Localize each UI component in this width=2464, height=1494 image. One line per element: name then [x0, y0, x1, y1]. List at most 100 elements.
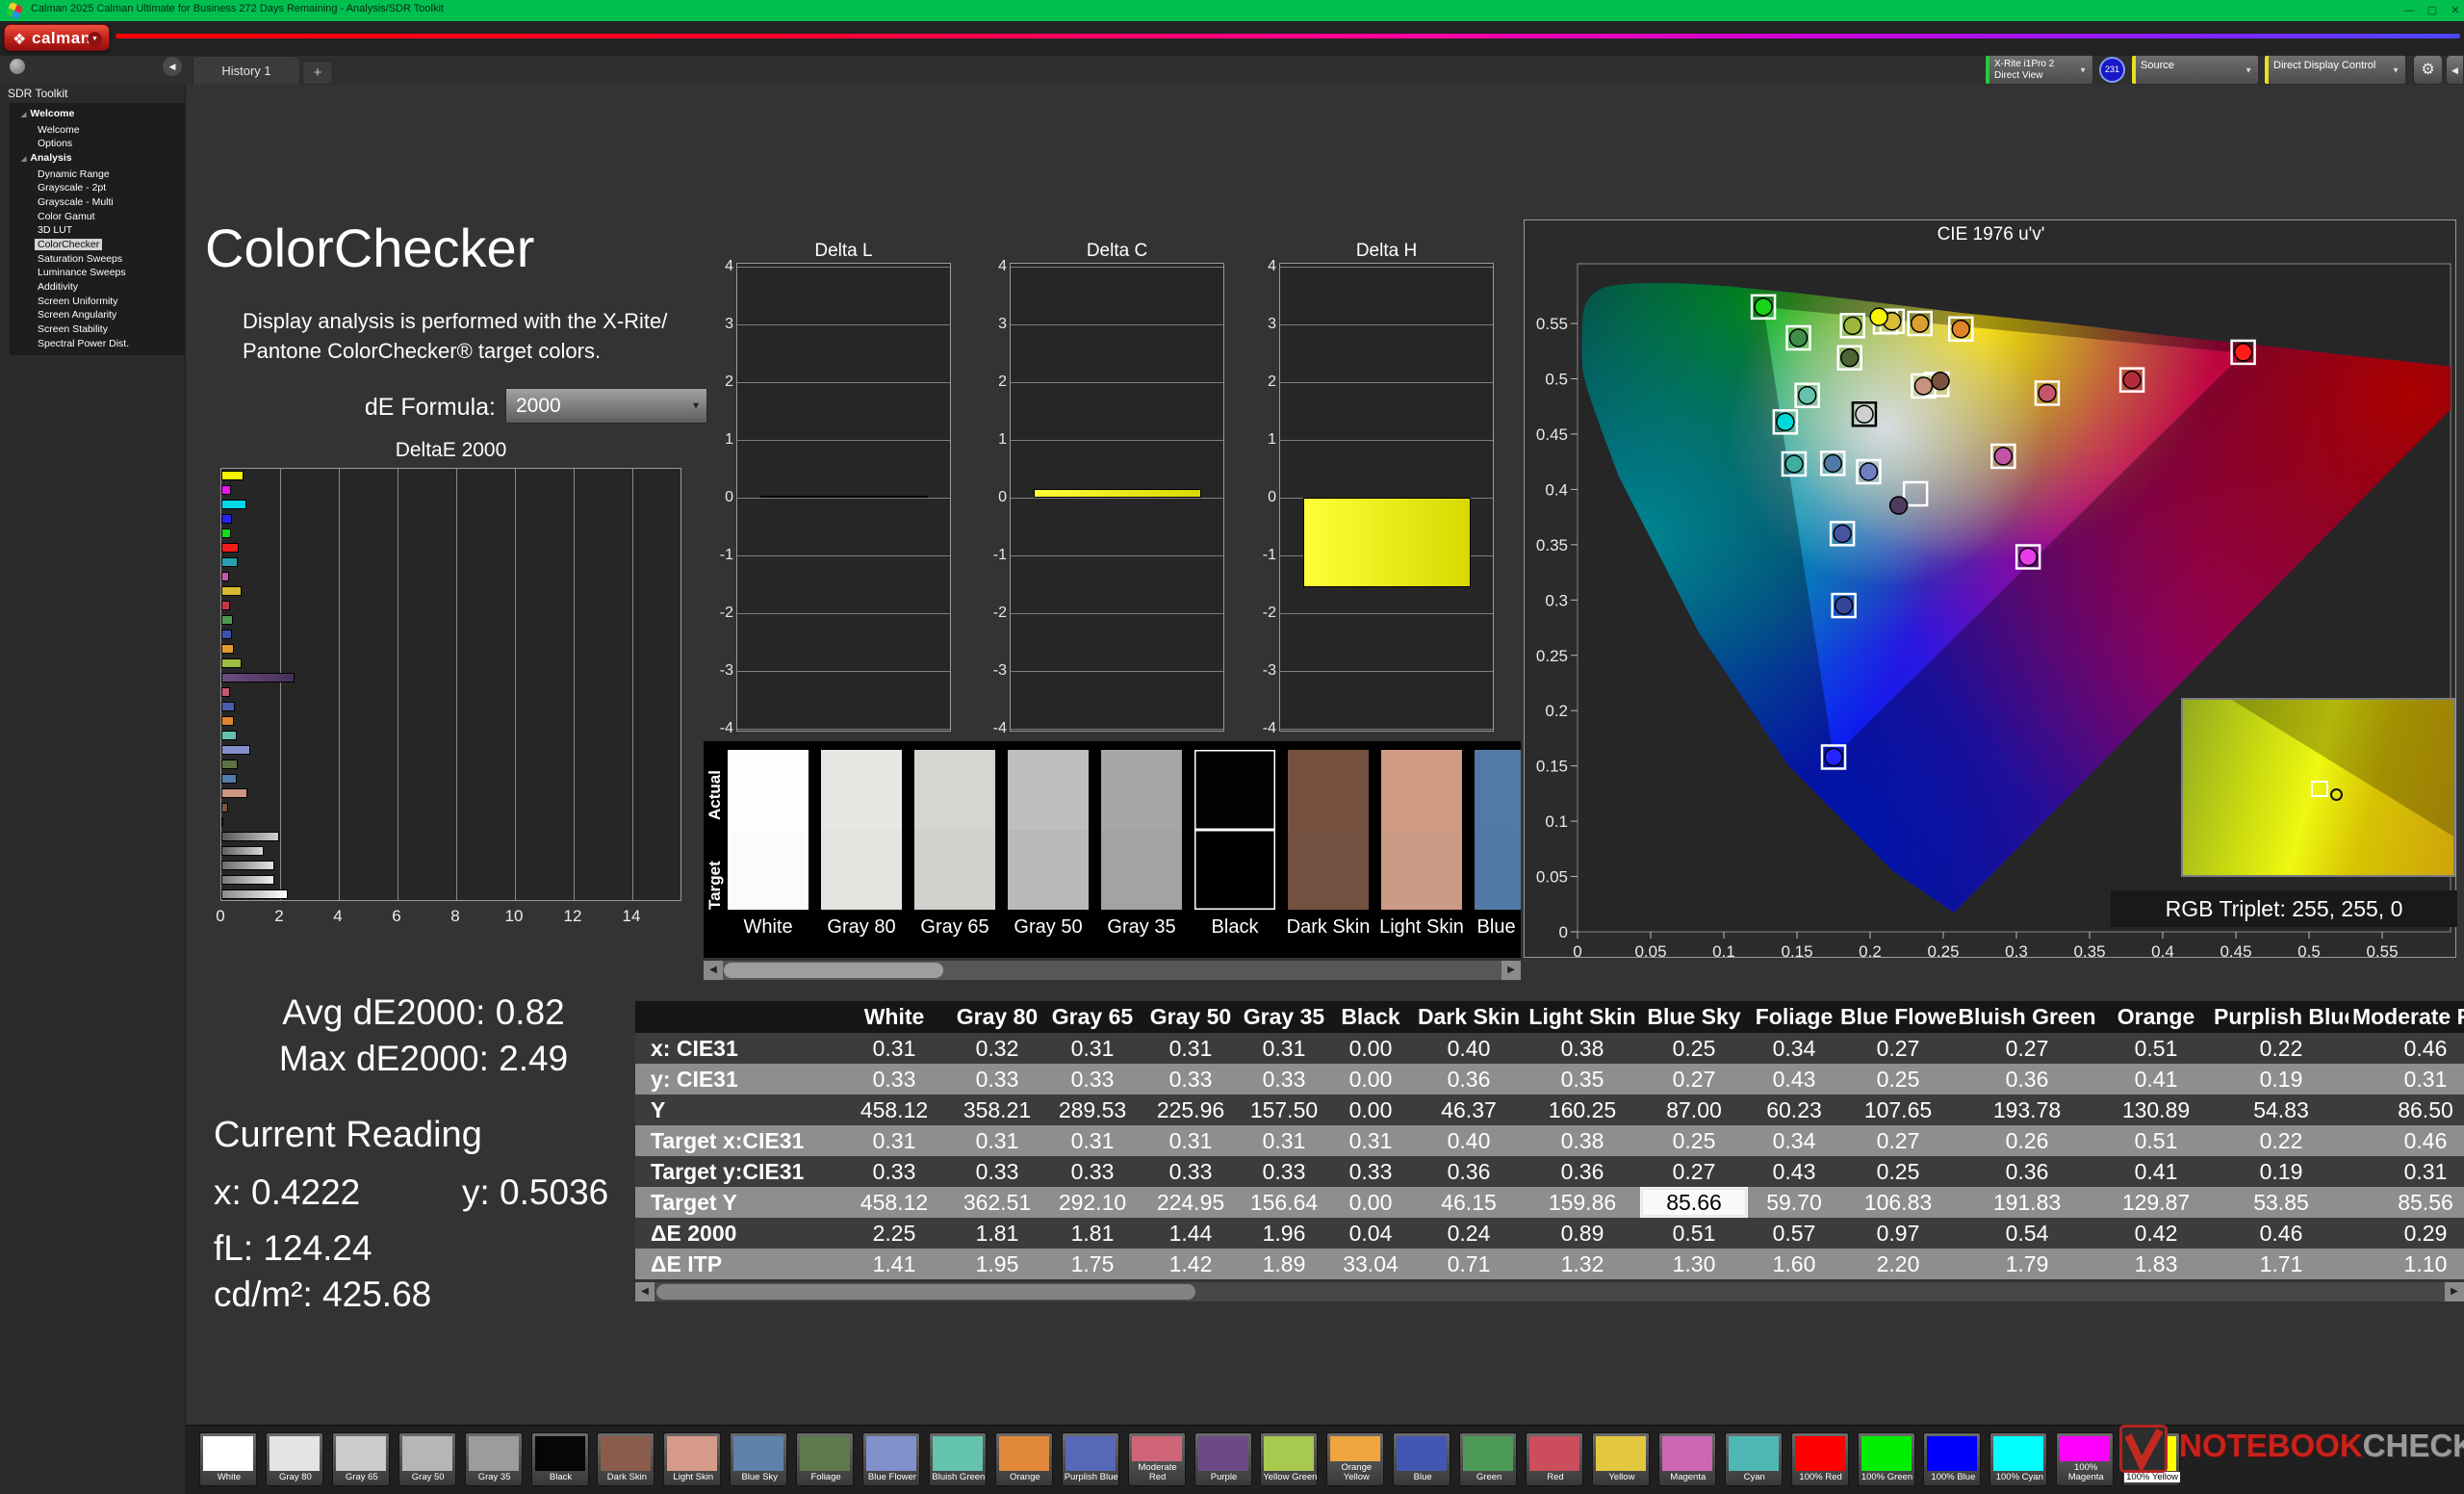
patch-button-white[interactable]: White — [199, 1432, 257, 1486]
gridline — [737, 729, 950, 730]
patch-button-gray-35[interactable]: Gray 35 — [464, 1432, 523, 1486]
sidebar-item-color-gamut[interactable]: Color Gamut — [10, 210, 185, 224]
scrollbar-thumb[interactable] — [724, 963, 943, 978]
patch-button-gray-65[interactable]: Gray 65 — [331, 1432, 390, 1486]
patch-button-light-skin[interactable]: Light Skin — [663, 1432, 722, 1486]
patch-column-gray-35[interactable]: Gray 35 — [1101, 741, 1182, 958]
sidebar-item-grayscale-multi[interactable]: Grayscale - Multi — [10, 195, 185, 210]
scroll-right-icon[interactable]: ▶ — [2445, 1282, 2464, 1301]
patch-color — [866, 1436, 916, 1471]
patch-button-bluish-green[interactable]: Bluish Green — [928, 1432, 987, 1486]
scroll-right-icon[interactable]: ▶ — [1502, 961, 1521, 980]
calman-menu-button[interactable]: ❖ calman ▼ — [4, 24, 110, 51]
measured-point-purple — [1888, 496, 1909, 515]
patch-button-label: 100% Red — [1799, 1472, 1842, 1482]
patch-button-orange-yellow[interactable]: Orange Yellow — [1326, 1432, 1385, 1486]
minimize-button[interactable]: — — [2399, 2, 2420, 19]
calman-menu-dropdown-icon[interactable]: ▼ — [88, 32, 102, 46]
delta-chart-delta-h: Delta H 4 3 2 1 0 -1 -2 -3 -4 — [1263, 241, 1494, 736]
patch-button-blue-flower[interactable]: Blue Flower — [862, 1432, 920, 1486]
collapse-right-panel-button[interactable]: ◀ — [2446, 55, 2464, 85]
scrollbar-thumb[interactable] — [656, 1284, 1195, 1300]
patch-button-yellow[interactable]: Yellow — [1591, 1432, 1650, 1486]
tree-group-analysis[interactable]: ◢ Analysis — [10, 151, 185, 167]
swatch-scrollbar[interactable]: ◀ ▶ — [704, 961, 1521, 980]
sidebar-item-screen-stability[interactable]: Screen Stability — [10, 322, 185, 337]
meter-dropdown[interactable]: X-Rite i1Pro 2 Direct View ▼ — [1985, 55, 2093, 85]
meter-count-badge[interactable]: 231 — [2099, 57, 2125, 83]
sidebar-item-colorchecker[interactable]: ColorChecker — [10, 238, 185, 252]
patch-column-gray-65[interactable]: Gray 65 — [914, 741, 995, 958]
patch-button-dark-skin[interactable]: Dark Skin — [597, 1432, 655, 1486]
sidebar-item-options[interactable]: Options — [10, 137, 185, 151]
sidebar-item-luminance-sweeps[interactable]: Luminance Sweeps — [10, 266, 185, 280]
sidebar-item-screen-uniformity[interactable]: Screen Uniformity — [10, 295, 185, 309]
patch-button-yellow-green[interactable]: Yellow Green — [1260, 1432, 1319, 1486]
de-formula-select[interactable]: 2000 ▼ — [505, 388, 707, 424]
sidebar-item-screen-angularity[interactable]: Screen Angularity — [10, 308, 185, 322]
patch-button-100-red[interactable]: 100% Red — [1790, 1432, 1849, 1486]
patch-column-light-skin[interactable]: Light Skin — [1379, 741, 1464, 958]
tree-group-welcome[interactable]: ◢ Welcome — [10, 107, 185, 123]
patch-button-gray-80[interactable]: Gray 80 — [265, 1432, 323, 1486]
patch-button-100-magenta[interactable]: 100% Magenta — [2056, 1432, 2115, 1486]
add-tab-button[interactable]: + — [302, 61, 333, 85]
patch-column-white[interactable]: White — [728, 741, 808, 958]
y-tick-label: 0 — [998, 489, 1007, 505]
patch-button-magenta[interactable]: Magenta — [1657, 1432, 1716, 1486]
y-tick-label: -4 — [1262, 720, 1276, 736]
panel-pin-button[interactable] — [10, 59, 25, 74]
patch-button-black[interactable]: Black — [530, 1432, 589, 1486]
sidebar-item-dynamic-range[interactable]: Dynamic Range — [10, 167, 185, 182]
panel-collapse-button[interactable]: ◀ — [163, 57, 182, 76]
patch-button-100-cyan[interactable]: 100% Cyan — [1989, 1432, 2048, 1486]
patch-button-label: Yellow Green — [1263, 1472, 1318, 1482]
actual-swatch — [1381, 750, 1462, 830]
svg-text:0.15: 0.15 — [1781, 942, 1812, 959]
gridline — [632, 469, 633, 900]
patch-button-100-green[interactable]: 100% Green — [1857, 1432, 1915, 1486]
close-button[interactable]: ✕ — [2445, 2, 2464, 19]
patch-column-gray-50[interactable]: Gray 50 — [1008, 741, 1089, 958]
patch-column-dark-skin[interactable]: Dark Skin — [1287, 741, 1370, 958]
patch-button-foliage[interactable]: Foliage — [796, 1432, 855, 1486]
measured-point-magenta — [1993, 447, 2014, 466]
patch-button-orange[interactable]: Orange — [994, 1432, 1053, 1486]
tab-history-1[interactable]: History 1 — [192, 56, 300, 85]
deltae-bar-100-yellow — [221, 471, 244, 480]
patch-button-100-blue[interactable]: 100% Blue — [1923, 1432, 1982, 1486]
patch-column-blue-sky[interactable]: Blue Sky — [1475, 741, 1521, 958]
patch-column-gray-80[interactable]: Gray 80 — [821, 741, 902, 958]
scroll-left-icon[interactable]: ◀ — [635, 1282, 654, 1301]
deltae-bar-yellow — [221, 586, 243, 596]
patch-column-black[interactable]: Black — [1194, 741, 1275, 958]
y-tick-label: 2 — [1268, 374, 1276, 390]
sidebar-item-welcome[interactable]: Welcome — [10, 123, 185, 138]
patch-button-purple[interactable]: Purple — [1194, 1432, 1252, 1486]
patch-button-cyan[interactable]: Cyan — [1724, 1432, 1783, 1486]
chevron-down-icon: ▼ — [2079, 65, 2087, 74]
maximize-button[interactable]: ▢ — [2422, 2, 2443, 19]
patch-button-blue[interactable]: Blue — [1393, 1432, 1451, 1486]
scroll-left-icon[interactable]: ◀ — [704, 961, 723, 980]
patch-button-green[interactable]: Green — [1459, 1432, 1518, 1486]
sidebar-item-spectral-power-dist[interactable]: Spectral Power Dist. — [10, 337, 185, 351]
sidebar-item-saturation-sweeps[interactable]: Saturation Sweeps — [10, 252, 185, 267]
patch-button-moderate-red[interactable]: Moderate Red — [1127, 1432, 1186, 1486]
patch-button-gray-50[interactable]: Gray 50 — [398, 1432, 456, 1486]
patch-button-blue-sky[interactable]: Blue Sky — [730, 1432, 788, 1486]
actual-swatch — [821, 750, 902, 830]
sidebar-item-grayscale-2pt[interactable]: Grayscale - 2pt — [10, 181, 185, 195]
table-scrollbar[interactable]: ◀ ▶ — [635, 1282, 2464, 1301]
target-swatch — [1288, 830, 1369, 910]
sidebar-item-additivity[interactable]: Additivity — [10, 280, 185, 295]
expander-icon[interactable]: ◢ — [21, 156, 26, 163]
patch-button-purplish-blue[interactable]: Purplish Blue — [1061, 1432, 1119, 1486]
delta-bar — [1303, 498, 1471, 587]
display-control-dropdown[interactable]: Direct Display Control ▼ — [2264, 55, 2406, 85]
gear-icon[interactable]: ⚙ — [2413, 55, 2443, 85]
expander-icon[interactable]: ◢ — [21, 112, 26, 118]
source-dropdown[interactable]: Source ▼ — [2131, 55, 2259, 85]
sidebar-item-3d-lut[interactable]: 3D LUT — [10, 223, 185, 238]
patch-button-red[interactable]: Red — [1526, 1432, 1583, 1486]
